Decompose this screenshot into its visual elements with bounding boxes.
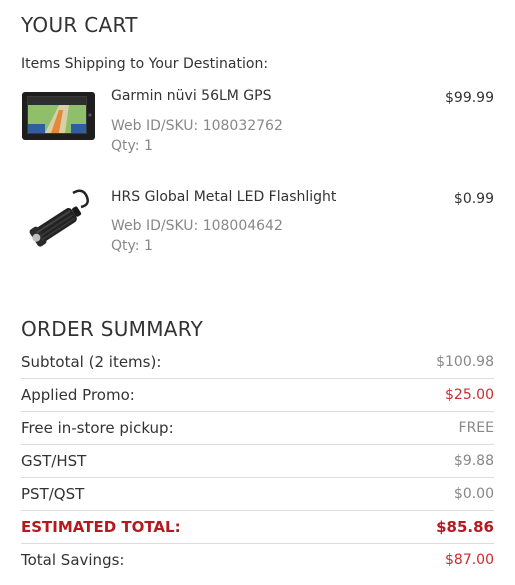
item-name[interactable]: HRS Global Metal LED Flashlight — [111, 189, 336, 205]
summary-row-pickup: Free in-store pickup: FREE — [21, 412, 494, 445]
summary-label: Applied Promo: — [21, 386, 135, 404]
summary-row-subtotal: Subtotal (2 items): $100.98 — [21, 346, 494, 379]
summary-value: $25.00 — [445, 387, 494, 403]
item-sku: Web ID/SKU: 108004642 — [111, 218, 283, 234]
summary-value: $85.86 — [436, 518, 494, 536]
shipping-destination-label: Items Shipping to Your Destination: — [21, 56, 269, 72]
summary-value: $87.00 — [445, 552, 494, 568]
summary-value: $100.98 — [436, 354, 494, 370]
item-name[interactable]: Garmin nüvi 56LM GPS — [111, 88, 271, 104]
cart-title: YOUR CART — [21, 13, 138, 37]
summary-value: $0.00 — [453, 486, 494, 502]
summary-row-savings: Total Savings: $87.00 — [21, 544, 494, 576]
flashlight-icon[interactable] — [21, 187, 96, 253]
summary-label: Free in-store pickup: — [21, 419, 174, 437]
summary-label: Subtotal (2 items): — [21, 353, 162, 371]
summary-row-estimated-total: ESTIMATED TOTAL: $85.86 — [21, 511, 494, 544]
summary-label: ESTIMATED TOTAL: — [21, 518, 181, 536]
summary-row-promo: Applied Promo: $25.00 — [21, 379, 494, 412]
item-sku: Web ID/SKU: 108032762 — [111, 118, 283, 134]
summary-value: FREE — [458, 420, 494, 436]
order-summary-table: Subtotal (2 items): $100.98 Applied Prom… — [21, 346, 494, 576]
summary-value: $9.88 — [453, 453, 494, 469]
summary-label: GST/HST — [21, 452, 87, 470]
item-qty: Qty: 1 — [111, 138, 153, 154]
gps-device-icon[interactable] — [21, 88, 96, 148]
order-summary-title: ORDER SUMMARY — [21, 317, 204, 341]
item-price: $99.99 — [445, 90, 494, 106]
item-price: $0.99 — [453, 191, 494, 207]
item-qty: Qty: 1 — [111, 238, 153, 254]
summary-label: PST/QST — [21, 485, 85, 503]
summary-row-pst: PST/QST $0.00 — [21, 478, 494, 511]
summary-label: Total Savings: — [21, 551, 125, 569]
summary-row-gst: GST/HST $9.88 — [21, 445, 494, 478]
